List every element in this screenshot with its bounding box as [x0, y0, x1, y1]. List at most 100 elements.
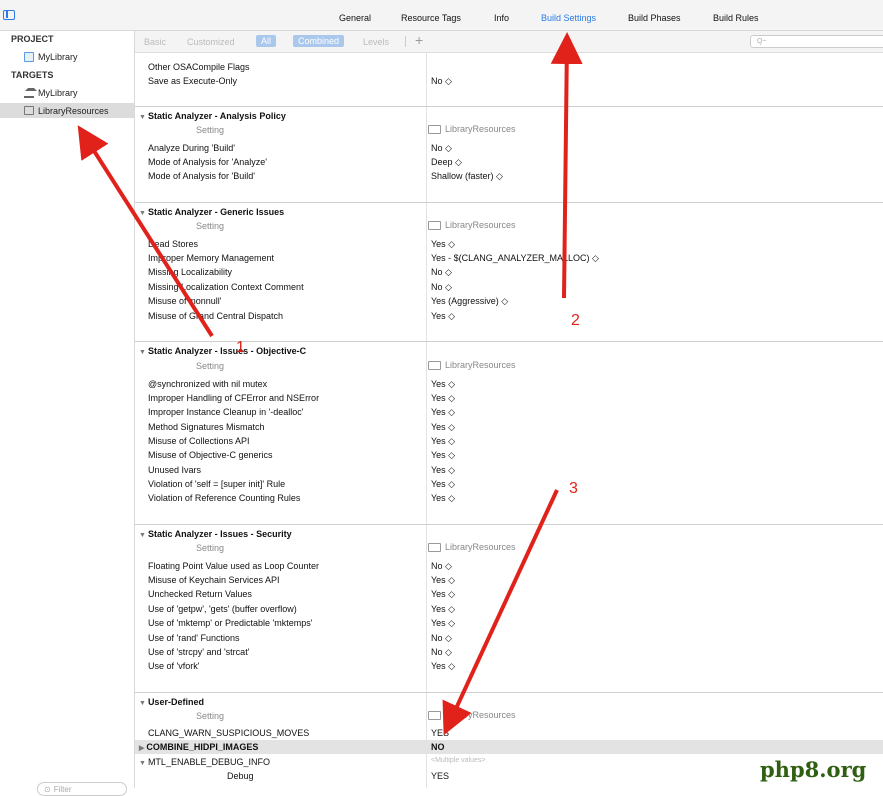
setting-row[interactable]: Dead Stores Yes ◇ [135, 237, 883, 251]
setting-value[interactable]: Yes - $(CLANG_ANALYZER_MALLOC) ◇ [431, 253, 599, 264]
setting-value[interactable]: NO [431, 742, 445, 752]
section-title: Static Analyzer - Issues - Security [147, 529, 292, 539]
setting-value[interactable]: Yes ◇ [431, 311, 455, 322]
navigator-filter-field[interactable]: ⊙ Filter [37, 782, 127, 796]
setting-row[interactable]: Improper Memory Management Yes - $(CLANG_… [135, 251, 883, 265]
setting-value[interactable]: No ◇ [431, 633, 452, 644]
setting-value[interactable]: Yes ◇ [431, 618, 455, 629]
section-header[interactable]: ▼ Static Analyzer - Generic Issues [135, 202, 883, 217]
disclosure-triangle-icon[interactable]: ▼ [139, 760, 146, 767]
setting-row[interactable]: Use of 'rand' Functions No ◇ [135, 631, 883, 645]
tab-build-phases[interactable]: Build Phases [628, 13, 681, 23]
setting-row[interactable]: Other OSACompile Flags [135, 60, 883, 74]
setting-row[interactable]: Misuse of Collections API Yes ◇ [135, 434, 883, 448]
setting-value[interactable]: Yes ◇ [431, 604, 455, 615]
setting-row[interactable]: Analyze During 'Build' No ◇ [135, 141, 883, 155]
section-header[interactable]: ▼ Static Analyzer - Analysis Policy [135, 106, 883, 121]
section-header[interactable]: ▼ Static Analyzer - Issues - Security [135, 524, 883, 539]
setting-value[interactable]: Yes (Aggressive) ◇ [431, 296, 508, 307]
setting-value[interactable]: No ◇ [431, 561, 452, 572]
setting-row[interactable]: Misuse of 'nonnull' Yes (Aggressive) ◇ [135, 294, 883, 308]
sidebar-item-project[interactable]: MyLibrary [24, 49, 78, 64]
filter-all[interactable]: All [256, 35, 277, 47]
setting-row[interactable]: Missing Localizability No ◇ [135, 265, 883, 279]
section-header[interactable]: ▼ User-Defined [135, 692, 883, 707]
disclosure-triangle-icon[interactable]: ▶ [139, 745, 144, 752]
disclosure-triangle-icon[interactable]: ▼ [139, 349, 146, 356]
setting-row-selected[interactable]: ▶ COMBINE_HIDPI_IMAGES NO [135, 740, 883, 754]
setting-row[interactable]: Misuse of Keychain Services API Yes ◇ [135, 573, 883, 587]
setting-value[interactable]: Yes ◇ [431, 575, 455, 586]
disclosure-triangle-icon[interactable]: ▼ [139, 210, 146, 217]
setting-row[interactable]: Mode of Analysis for 'Analyze' Deep ◇ [135, 155, 883, 169]
setting-value[interactable]: No ◇ [431, 143, 452, 154]
tab-resource-tags[interactable]: Resource Tags [401, 13, 461, 23]
setting-value[interactable]: Yes ◇ [431, 239, 455, 250]
setting-row[interactable]: Method Signatures Mismatch Yes ◇ [135, 420, 883, 434]
tab-info[interactable]: Info [494, 13, 509, 23]
section-header[interactable]: ▼ Static Analyzer - Issues - Objective-C [135, 341, 883, 356]
setting-value[interactable]: No ◇ [431, 282, 452, 293]
setting-value[interactable]: Yes ◇ [431, 661, 455, 672]
setting-row[interactable]: Misuse of Objective-C generics Yes ◇ [135, 448, 883, 462]
setting-row[interactable]: Floating Point Value used as Loop Counte… [135, 559, 883, 573]
setting-value[interactable]: Yes ◇ [431, 407, 455, 418]
filter-combined[interactable]: Combined [293, 35, 345, 47]
sidebar-item-label: LibraryResources [38, 105, 109, 116]
disclosure-triangle-icon[interactable]: ▼ [139, 700, 146, 707]
sidebar-item-target-mylibrary[interactable]: MyLibrary [24, 85, 78, 100]
setting-value[interactable]: No ◇ [431, 647, 452, 658]
filter-customized[interactable]: Customized [187, 37, 235, 47]
setting-value[interactable]: Yes ◇ [431, 379, 455, 390]
setting-value[interactable]: YES [431, 771, 449, 781]
setting-row[interactable]: Violation of 'self = [super init]' Rule Y… [135, 477, 883, 491]
setting-value[interactable]: Yes ◇ [431, 589, 455, 600]
setting-row[interactable]: Unused Ivars Yes ◇ [135, 463, 883, 477]
setting-value[interactable]: Yes ◇ [431, 422, 455, 433]
setting-row[interactable]: Use of 'strcpy' and 'strcat' No ◇ [135, 645, 883, 659]
setting-row[interactable]: Mode of Analysis for 'Build' Shallow (fas… [135, 169, 883, 183]
bundle-target-icon [24, 106, 34, 115]
setting-label: Missing Localizability [148, 267, 233, 277]
settings-search-input[interactable]: Q~ [750, 35, 883, 48]
setting-row[interactable]: Save as Execute-Only No ◇ [135, 74, 883, 88]
setting-label: Unused Ivars [148, 465, 202, 475]
setting-row[interactable]: Missing Localization Context Comment No ◇ [135, 280, 883, 294]
disclosure-triangle-icon[interactable]: ▼ [139, 532, 146, 539]
setting-value[interactable]: YES [431, 728, 449, 738]
tab-build-rules[interactable]: Build Rules [713, 13, 759, 23]
sidebar-item-label: MyLibrary [38, 51, 78, 62]
tab-general[interactable]: General [339, 13, 371, 23]
setting-label: Use of 'rand' Functions [148, 633, 240, 643]
setting-value[interactable]: Deep ◇ [431, 157, 462, 168]
sidebar-item-target-libraryresources[interactable]: LibraryResources [0, 103, 134, 118]
setting-row[interactable]: CLANG_WARN_SUSPICIOUS_MOVES YES [135, 726, 883, 740]
setting-value[interactable]: Yes ◇ [431, 465, 455, 476]
filter-basic[interactable]: Basic [144, 37, 166, 47]
setting-value[interactable]: Yes ◇ [431, 393, 455, 404]
setting-label: Improper Handling of CFError and NSError [148, 393, 320, 403]
setting-value[interactable]: Yes ◇ [431, 436, 455, 447]
setting-label: Use of 'strcpy' and 'strcat' [148, 647, 250, 657]
setting-value[interactable]: <Multiple values> [431, 757, 485, 764]
setting-row[interactable]: Use of 'mktemp' or Predictable 'mktemps'… [135, 616, 883, 630]
setting-row[interactable]: Improper Instance Cleanup in '-dealloc' Y… [135, 405, 883, 419]
setting-value[interactable]: No ◇ [431, 267, 452, 278]
setting-row[interactable]: Unchecked Return Values Yes ◇ [135, 587, 883, 601]
tab-build-settings[interactable]: Build Settings [541, 13, 596, 23]
disclosure-triangle-icon[interactable]: ▼ [139, 114, 146, 121]
setting-value[interactable]: Shallow (faster) ◇ [431, 171, 503, 182]
setting-row[interactable]: Improper Handling of CFError and NSError… [135, 391, 883, 405]
setting-row[interactable]: Use of 'vfork' Yes ◇ [135, 659, 883, 673]
setting-value[interactable]: Yes ◇ [431, 450, 455, 461]
add-setting-button[interactable]: + [415, 32, 423, 48]
setting-row[interactable]: Use of 'getpw', 'gets' (buffer overflow)… [135, 602, 883, 616]
setting-value[interactable]: No ◇ [431, 76, 452, 87]
setting-value[interactable]: Yes ◇ [431, 479, 455, 490]
setting-row[interactable]: Misuse of Grand Central Dispatch Yes ◇ [135, 309, 883, 323]
navigator-toggle-icon[interactable] [3, 10, 15, 20]
setting-value[interactable]: Yes ◇ [431, 493, 455, 504]
setting-row[interactable]: Violation of Reference Counting Rules Yes… [135, 491, 883, 505]
setting-row[interactable]: @synchronized with nil mutex Yes ◇ [135, 377, 883, 391]
filter-levels[interactable]: Levels [363, 37, 389, 47]
